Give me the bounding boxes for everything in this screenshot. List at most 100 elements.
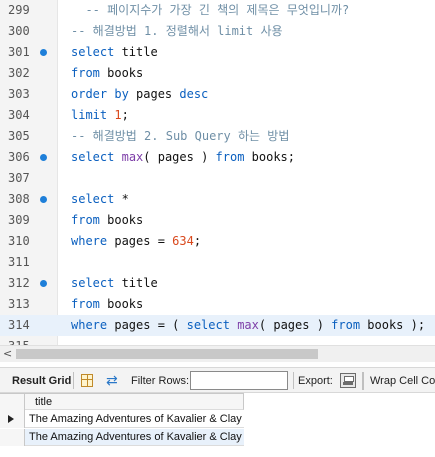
sql-editor[interactable]: 299 -- 페이지수가 가장 긴 책의 제목은 무엇입니까? 300 -- 해결방… [0,0,435,345]
code-token: ( pages ) [143,150,216,164]
code-text[interactable]: limit 1; [71,105,129,126]
code-token: from [71,297,100,311]
code-token: where [71,234,108,248]
code-token: -- 페이지수가 가장 긴 책의 제목은 무엇입니까? [71,3,350,17]
code-text[interactable]: select * [71,189,129,210]
code-token: from [215,150,245,164]
statement-marker-icon[interactable] [40,196,47,203]
line-number: 308 [8,192,30,206]
code-text[interactable]: from books [71,210,143,231]
code-line[interactable]: 311 [0,252,435,273]
code-line[interactable]: 310 where pages = 634; [0,231,435,252]
code-line[interactable]: 303 order by pages desc [0,84,435,105]
code-line[interactable]: 302 from books [0,63,435,84]
code-token: order by [71,87,129,101]
code-line[interactable]: 299 -- 페이지수가 가장 긴 책의 제목은 무엇입니까? [0,0,435,21]
grid-view-icon[interactable] [81,374,93,387]
line-number: 311 [8,255,30,269]
code-line[interactable]: 305 -- 해결방법 2. Sub Query 하는 방법 [0,126,435,147]
line-number: 313 [8,297,30,311]
grid-header-row: title [0,393,244,411]
statement-marker-icon[interactable] [40,280,47,287]
code-line[interactable]: 307 [0,168,435,189]
code-token: 634 [172,234,194,248]
toolbar-divider [362,372,364,390]
row-selector[interactable] [0,429,25,446]
result-grid-tab[interactable]: Result Grid [12,368,71,394]
code-line[interactable]: 313 from books [0,294,435,315]
table-row[interactable]: The Amazing Adventures of Kavalier & Cla… [0,429,244,446]
code-line[interactable]: 308 select * [0,189,435,210]
refresh-icon[interactable]: ⇄ [106,371,118,391]
row-selector[interactable] [0,411,25,428]
code-line[interactable]: 304 limit 1; [0,105,435,126]
line-number: 299 [8,3,30,17]
code-token: select [71,276,115,290]
code-token: select [186,318,230,332]
code-token: books ); [360,318,426,332]
code-text[interactable]: select title [71,273,158,294]
table-row[interactable]: The Amazing Adventures of Kavalier & Cla… [0,411,244,428]
toolbar-divider [293,372,294,389]
export-label: Export: [298,375,333,387]
code-token: limit [71,108,108,122]
row-selector-header[interactable] [0,394,25,411]
code-token: books [99,297,144,311]
code-line[interactable]: 315 [0,336,435,345]
code-text[interactable]: where pages = 634; [71,231,201,252]
code-token: ; [121,108,129,122]
code-text[interactable]: select max( pages ) from books; [71,147,295,168]
table-cell-title[interactable]: The Amazing Adventures of Kavalier & Cla… [29,429,242,446]
code-text[interactable]: -- 페이지수가 가장 긴 책의 제목은 무엇입니까? [71,0,349,21]
code-line[interactable]: 312 select title [0,273,435,294]
code-line[interactable]: 300 -- 해결방법 1. 정렬해서 limit 사용 [0,21,435,42]
code-text[interactable]: order by pages desc [71,84,208,105]
statement-marker-icon[interactable] [40,49,47,56]
code-line[interactable]: 306 select max( pages ) from books; [0,147,435,168]
code-line[interactable]: 309 from books [0,210,435,231]
code-text[interactable]: from books [71,63,143,84]
horizontal-scrollbar[interactable]: < [0,345,435,362]
filter-rows-label: Filter Rows: [131,375,190,387]
code-text[interactable]: select title [71,42,158,63]
code-token: pages = ( [107,318,187,332]
result-toolbar: Result Grid ⇄ Filter Rows: Export: Wrap … [0,367,435,393]
code-token: -- 해결방법 2. Sub Query 하는 방법 [71,129,290,143]
current-row-pointer-icon [8,415,14,423]
code-text[interactable]: -- 해결방법 2. Sub Query 하는 방법 [71,126,289,147]
code-token: where [71,318,108,332]
line-number: 307 [8,171,30,185]
filter-rows-input[interactable] [190,371,288,390]
code-text[interactable]: where pages = ( select max( pages ) from… [71,315,425,336]
code-token: from [71,66,100,80]
line-number: 310 [8,234,30,248]
code-token: from [71,213,100,227]
code-token: max [237,318,259,332]
code-line[interactable]: 314 where pages = ( select max( pages ) f… [0,315,435,336]
line-number: 300 [8,24,30,38]
line-number: 302 [8,66,30,80]
code-text[interactable]: from books [71,294,143,315]
code-token: books; [244,150,296,164]
code-token: max [121,150,144,164]
line-number: 304 [8,108,30,122]
export-icon[interactable] [340,373,356,388]
wrap-cell-content-label[interactable]: Wrap Cell Con [370,368,435,394]
column-header-title[interactable]: title [35,394,52,411]
statement-marker-icon[interactable] [40,154,47,161]
scrollbar-thumb[interactable] [16,349,318,359]
code-token: * [114,192,129,206]
line-number: 315 [8,336,36,345]
result-grid[interactable]: title The Amazing Adventures of Kavalier… [0,393,435,457]
code-token: pages = [107,234,173,248]
scroll-left-icon[interactable]: < [3,347,12,360]
code-token: -- 해결방법 1. 정렬해서 limit 사용 [71,24,283,38]
code-token: select [71,192,115,206]
code-text[interactable]: -- 해결방법 1. 정렬해서 limit 사용 [71,21,283,42]
code-line[interactable]: 301 select title [0,42,435,63]
code-token: ( pages ) [258,318,332,332]
table-cell-title[interactable]: The Amazing Adventures of Kavalier & Cla… [29,411,242,428]
code-token: ; [193,234,202,248]
line-number: 309 [8,213,30,227]
code-token: books [99,213,144,227]
